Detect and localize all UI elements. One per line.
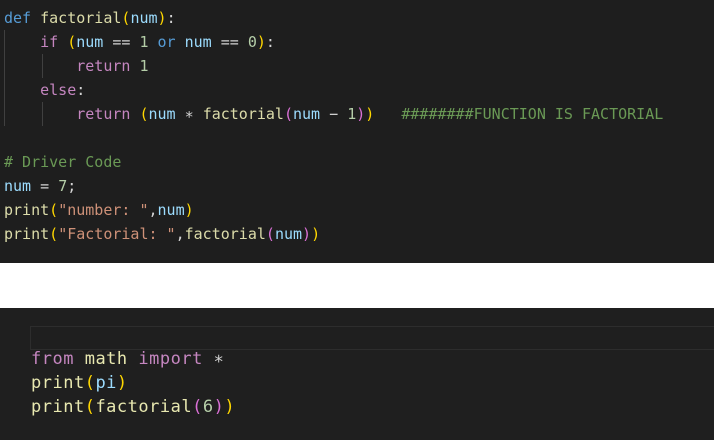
code-token: # Driver Code [4,153,122,171]
code-token: num [274,225,303,243]
code-token: − [320,105,348,123]
code-token: ) [184,201,194,219]
code-line[interactable]: print("Factorial: ",factorial(num)) [4,222,663,246]
code-token: ) [213,397,225,417]
code-line[interactable]: return (num ∗ factorial(num − 1)) ######… [4,102,663,126]
code-token: ) [365,105,375,123]
code-token: num [130,9,158,27]
cell-code-block[interactable]: from math import ∗ print(pi) print(factori… [31,348,235,420]
code-token: ) [157,9,167,27]
code-token: from [31,349,74,369]
code-token: print [31,397,85,417]
code-token: ) [116,373,128,393]
code-token: else [40,81,77,99]
code-token: 6 [202,397,214,417]
code-editor-top[interactable]: def factorial(num): if (num == 1 or num … [0,0,714,263]
code-token: return [76,57,131,75]
code-token: , [175,225,185,243]
code-token: ( [49,225,59,243]
code-token: print [4,225,50,243]
code-token: num [184,33,212,51]
code-token: : [76,81,86,99]
code-token: == [211,33,248,51]
code-token: factorial [184,225,266,243]
code-token: ( [139,105,149,123]
code-token: ∗ [213,349,225,369]
code-token: ########FUNCTION IS FACTORIAL [401,105,664,123]
code-token: "number: " [58,201,149,219]
code-token: def [4,9,32,27]
code-token: import [138,349,203,369]
code-token: ( [283,105,293,123]
code-token: num [76,33,104,51]
code-token: ) [256,33,266,51]
code-token: ( [192,397,203,417]
code-line[interactable]: print("number: ",num) [4,198,663,222]
code-line[interactable]: print(factorial(6)) [31,396,235,420]
code-token: ) [302,225,312,243]
code-token: num [293,105,321,123]
code-line[interactable]: def factorial(num): [4,6,663,30]
code-line[interactable]: num = 7; [4,174,663,198]
code-token: ( [49,201,59,219]
code-token: print [31,373,85,393]
code-token: or [157,33,176,51]
code-line[interactable]: from math import ∗ [31,348,235,372]
code-token: if [40,33,59,51]
code-token: ) [311,225,321,243]
code-token: 1 [139,33,149,51]
code-token: ) [224,397,236,417]
code-token: == [103,33,140,51]
code-token: factorial [40,9,122,27]
code-token: ∗ [175,105,203,123]
code-token: return [76,105,131,123]
code-token: ; [67,177,77,195]
code-line[interactable]: print(pi) [31,372,235,396]
code-line[interactable] [4,126,663,150]
code-token: ( [84,397,96,417]
code-token: num [157,201,185,219]
code-token: pi [95,373,117,393]
code-token: factorial [95,397,193,417]
code-token: num [148,105,176,123]
code-token: "Factorial: " [58,225,176,243]
code-token: = [31,177,59,195]
code-token: 0 [247,33,257,51]
code-token: ) [356,105,366,123]
code-line[interactable]: # Driver Code [4,150,663,174]
code-block[interactable]: def factorial(num): if (num == 1 or num … [4,6,663,246]
code-token: 1 [347,105,357,123]
code-line[interactable]: return 1 [4,54,663,78]
code-token: num [4,177,32,195]
code-line[interactable]: else: [4,78,663,102]
code-token: : [166,9,176,27]
code-token: factorial [202,105,284,123]
notebook-cell[interactable]: from math import ∗ print(pi) print(factori… [0,308,714,440]
code-token: , [148,201,158,219]
code-token: 1 [139,57,149,75]
code-token: 7 [58,177,68,195]
code-token: ( [84,373,96,393]
code-token: ( [265,225,275,243]
code-token: : [265,33,275,51]
code-token: ( [67,33,77,51]
code-line[interactable]: if (num == 1 or num == 0): [4,30,663,54]
cell-input-area[interactable] [30,326,714,350]
code-token: math [84,349,128,369]
code-token: print [4,201,50,219]
